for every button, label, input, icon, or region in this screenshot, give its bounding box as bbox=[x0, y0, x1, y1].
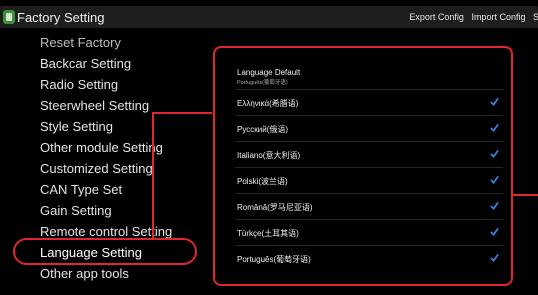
menu-item-backcar-setting[interactable]: Backcar Setting bbox=[40, 56, 131, 71]
menu-item-reset-factory[interactable]: Reset Factory bbox=[40, 35, 121, 50]
language-row[interactable]: Русский(俄语) bbox=[235, 116, 503, 142]
selected-item-highlight bbox=[13, 238, 197, 265]
language-default-row[interactable]: Language Default Português(葡萄牙语) bbox=[235, 60, 503, 90]
menu-item-other-app-tools[interactable]: Other app tools bbox=[40, 266, 129, 281]
language-label: Polski(波兰语) bbox=[237, 177, 288, 186]
language-row[interactable]: Ελληνικά(希腊语) bbox=[235, 90, 503, 116]
language-label: Română(罗马尼亚语) bbox=[237, 203, 313, 212]
menu-item-radio-setting[interactable]: Radio Setting bbox=[40, 77, 118, 92]
language-panel: Language Default Português(葡萄牙语) Ελληνικ… bbox=[213, 46, 513, 286]
page-title: Factory Setting bbox=[17, 10, 105, 25]
title-bar: Factory Setting Export Config Import Con… bbox=[0, 6, 538, 28]
title-bar-actions: Export Config Import Config Sa bbox=[404, 12, 538, 22]
annotation-connector-right bbox=[512, 194, 538, 196]
checkmark-icon[interactable] bbox=[490, 201, 499, 210]
export-config-button[interactable]: Export Config bbox=[409, 12, 464, 22]
language-label: Português(葡萄牙语) bbox=[237, 255, 311, 264]
language-row[interactable]: Italiano(意大利语) bbox=[235, 142, 503, 168]
annotation-connector bbox=[152, 112, 212, 114]
checkmark-icon[interactable] bbox=[490, 149, 499, 158]
checkmark-icon[interactable] bbox=[490, 123, 499, 132]
menu-item-customized-setting[interactable]: Customized Setting bbox=[40, 161, 153, 176]
screen-frame: Factory Setting Export Config Import Con… bbox=[0, 0, 538, 295]
menu-item-steerwheel-setting[interactable]: Steerwheel Setting bbox=[40, 98, 149, 113]
language-default-title: Language Default bbox=[237, 68, 301, 77]
menu-item-other-module-setting[interactable]: Other module Setting bbox=[40, 140, 163, 155]
language-row[interactable]: Română(罗马尼亚语) bbox=[235, 194, 503, 220]
import-config-button[interactable]: Import Config bbox=[471, 12, 525, 22]
menu-item-style-setting[interactable]: Style Setting bbox=[40, 119, 113, 134]
checkmark-icon[interactable] bbox=[490, 253, 499, 262]
language-row[interactable]: Português(葡萄牙语) bbox=[235, 246, 503, 272]
annotation-connector-vertical bbox=[152, 112, 154, 240]
language-label: Türkçe(土耳其语) bbox=[237, 229, 299, 238]
language-label: Ελληνικά(希腊语) bbox=[237, 99, 299, 108]
language-label: Русский(俄语) bbox=[237, 125, 289, 134]
menu-item-gain-setting[interactable]: Gain Setting bbox=[40, 203, 112, 218]
checkmark-icon[interactable] bbox=[490, 97, 499, 106]
app-icon bbox=[3, 10, 15, 24]
menu-item-can-type-set[interactable]: CAN Type Set bbox=[40, 182, 122, 197]
language-label: Italiano(意大利语) bbox=[237, 151, 301, 160]
language-row[interactable]: Polski(波兰语) bbox=[235, 168, 503, 194]
save-button[interactable]: Sa bbox=[533, 12, 538, 22]
language-list: Language Default Português(葡萄牙语) Ελληνικ… bbox=[215, 48, 511, 284]
language-row[interactable]: Türkçe(土耳其语) bbox=[235, 220, 503, 246]
language-default-value: Português(葡萄牙语) bbox=[237, 80, 288, 86]
checkmark-icon[interactable] bbox=[490, 227, 499, 236]
checkmark-icon[interactable] bbox=[490, 175, 499, 184]
